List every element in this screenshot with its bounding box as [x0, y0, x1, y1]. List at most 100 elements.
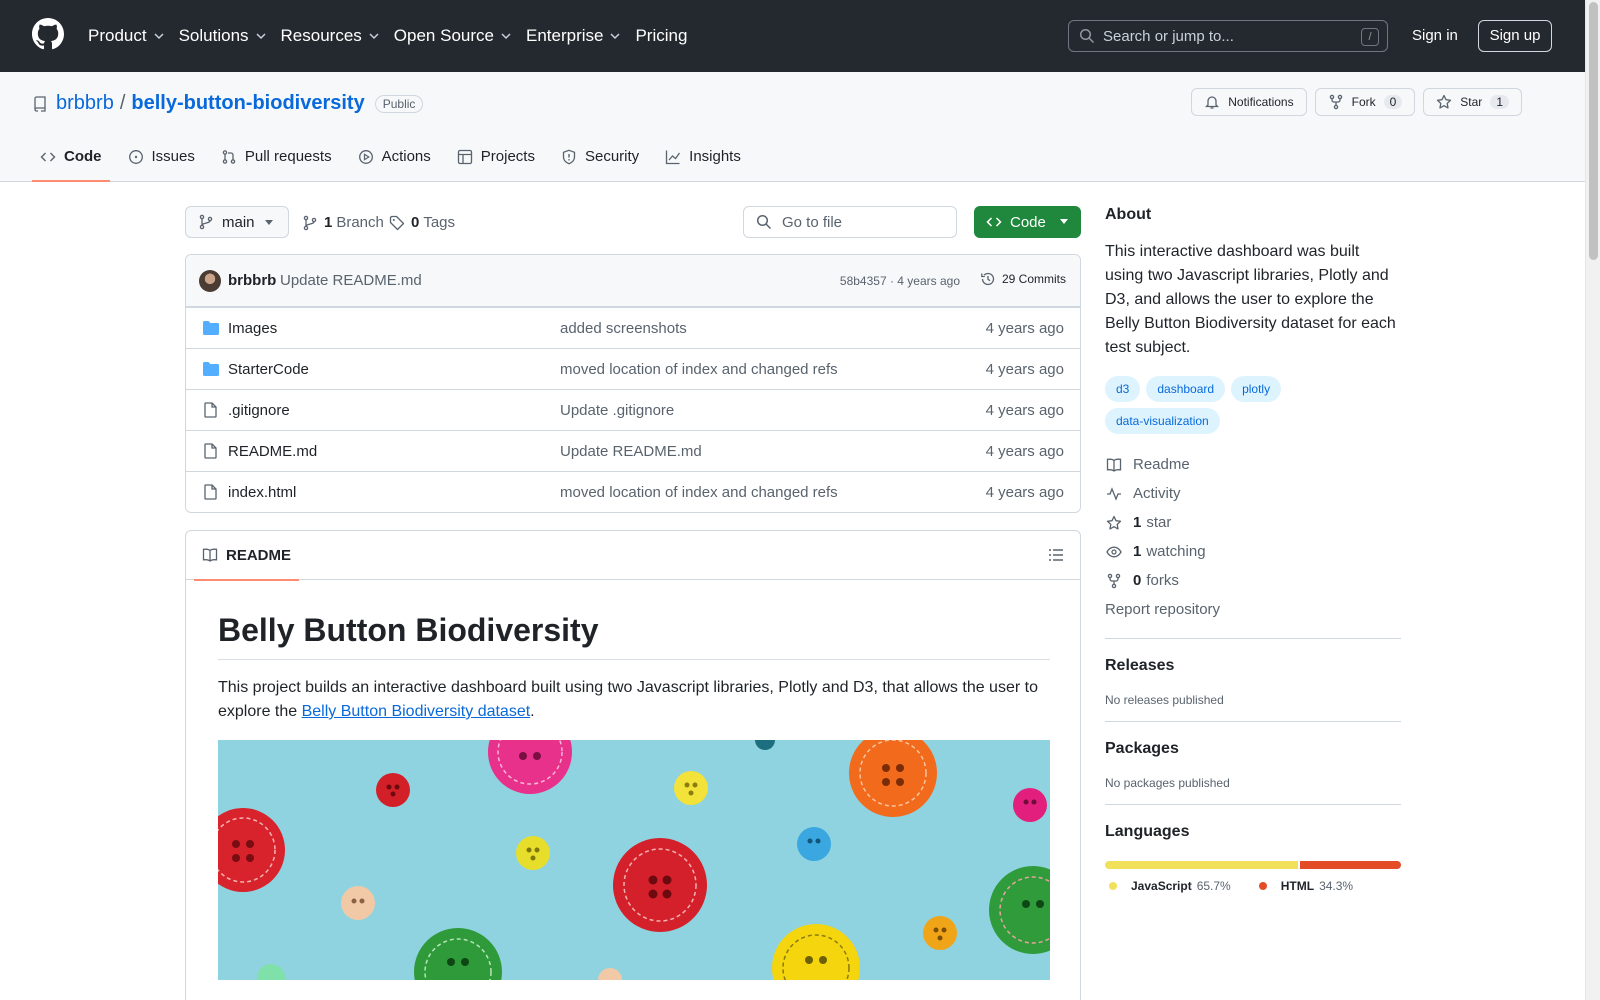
file-row[interactable]: StarterCode moved location of index and … [186, 348, 1080, 389]
readme-panel: README Belly Button Biodiversity This pr… [185, 530, 1081, 1000]
commit-hash-time[interactable]: 58b4357 · 4 years ago [840, 274, 960, 288]
outline-button[interactable] [1048, 547, 1064, 563]
file-age: 4 years ago [985, 443, 1064, 460]
commit-message-link[interactable]: Update README.md [280, 272, 422, 289]
file-name-link[interactable]: Images [228, 320, 277, 337]
fork-label: Fork [1351, 95, 1376, 109]
releases-section: Releases No releases published [1105, 638, 1401, 707]
tag-icon [389, 215, 405, 230]
sign-up-button[interactable]: Sign up [1478, 20, 1552, 52]
activity-link[interactable]: Activity [1105, 479, 1401, 508]
tab-issues[interactable]: Issues [120, 144, 203, 182]
tab-security[interactable]: Security [553, 144, 647, 182]
star-count: 1 [1490, 95, 1509, 109]
commit-author-link[interactable]: brbbrb [228, 272, 276, 289]
avatar[interactable] [199, 270, 221, 292]
repo-owner-link[interactable]: brbbrb [56, 92, 114, 115]
nav-label: Enterprise [525, 26, 604, 45]
file-commit-message[interactable]: moved location of index and changed refs [560, 484, 838, 501]
file-name-link[interactable]: StarterCode [228, 361, 309, 378]
visibility-badge: Public [374, 94, 424, 113]
language-name: HTML [1280, 879, 1315, 893]
code-icon [986, 217, 1002, 227]
tab-insights[interactable]: Insights [657, 144, 749, 182]
nav-solutions[interactable]: Solutions [179, 26, 267, 46]
topic-tag[interactable]: data-visualization [1105, 408, 1220, 434]
file-row[interactable]: index.html moved location of index and c… [186, 471, 1080, 512]
repo-header: brbbrb / belly-button-biodiversity Publi… [0, 72, 1585, 182]
file-name-link[interactable]: README.md [228, 443, 317, 460]
file-row[interactable]: Images added screenshots 4 years ago [186, 307, 1080, 348]
notifications-button[interactable]: Notifications [1191, 88, 1307, 116]
folder-icon [203, 362, 219, 376]
star-icon [1106, 515, 1122, 530]
language-bar-segment-html [1300, 861, 1401, 869]
releases-heading[interactable]: Releases [1105, 657, 1401, 675]
nav-enterprise[interactable]: Enterprise [526, 26, 621, 46]
nav-pricing[interactable]: Pricing [635, 26, 687, 46]
forks-count: 0 [1133, 572, 1142, 589]
branch-selector-button[interactable]: main [185, 206, 289, 238]
readme-title: Belly Button Biodiversity [218, 612, 1050, 660]
topic-tag[interactable]: d3 [1105, 376, 1141, 402]
tab-actions[interactable]: Actions [350, 144, 439, 182]
nav-label: Pricing [635, 26, 688, 45]
packages-heading[interactable]: Packages [1105, 740, 1401, 758]
list-icon [1049, 549, 1063, 561]
activity-link-label: Activity [1133, 485, 1181, 502]
tab-label: Actions [381, 148, 431, 165]
repo-sidebar: About This interactive dashboard was bui… [1105, 206, 1401, 893]
dataset-link[interactable]: Belly Button Biodiversity dataset [302, 703, 531, 720]
file-row[interactable]: README.md Update README.md 4 years ago [186, 430, 1080, 471]
readme-header: README [186, 531, 1080, 581]
nav-label: Solutions [178, 26, 249, 45]
report-repository-link[interactable]: Report repository [1105, 595, 1401, 624]
global-header: Product Solutions Resources Open Source … [0, 0, 1600, 72]
repo-name-link[interactable]: belly-button-biodiversity [131, 92, 364, 115]
scrollbar-thumb[interactable] [1589, 2, 1598, 260]
nav-resources[interactable]: Resources [281, 26, 380, 46]
file-name-link[interactable]: .gitignore [228, 402, 290, 419]
forks-link[interactable]: 0 forks [1105, 566, 1401, 595]
topic-tag[interactable]: dashboard [1146, 376, 1226, 402]
readme-tab[interactable]: README [194, 531, 300, 581]
github-logo-icon[interactable] [32, 18, 64, 50]
readme-link[interactable]: Readme [1105, 450, 1401, 479]
commits-count: 29 Commits [1001, 272, 1066, 286]
tab-label: Security [584, 148, 640, 165]
sign-in-link[interactable]: Sign in [1412, 27, 1458, 44]
file-commit-message[interactable]: Update README.md [560, 443, 702, 460]
about-description: This interactive dashboard was built usi… [1105, 243, 1396, 356]
file-list: brbbrb Update README.md 58b4357 · 4 year… [185, 254, 1081, 513]
tags-link[interactable]: 0 Tags [389, 214, 455, 231]
tab-projects[interactable]: Projects [449, 144, 543, 182]
branches-link[interactable]: 1 Branch [302, 214, 384, 231]
page-scrollbar[interactable] [1585, 0, 1600, 1000]
language-color-dot [1258, 882, 1267, 890]
languages-heading: Languages [1105, 823, 1190, 840]
nav-product[interactable]: Product [88, 26, 165, 46]
code-dropdown-button[interactable]: Code [974, 206, 1081, 238]
file-commit-message[interactable]: added screenshots [560, 320, 687, 337]
file-commit-message[interactable]: Update .gitignore [560, 402, 674, 419]
topic-tag[interactable]: plotly [1231, 376, 1282, 402]
fork-button[interactable]: Fork 0 [1314, 88, 1416, 116]
global-search-input[interactable]: Search or jump to... / [1068, 20, 1388, 52]
file-commit-message[interactable]: moved location of index and changed refs [560, 361, 838, 378]
language-item[interactable]: JavaScript 65.7% [1105, 879, 1231, 893]
language-item[interactable]: HTML 34.3% [1255, 879, 1353, 893]
watchers-link[interactable]: 1 watching [1105, 537, 1401, 566]
file-age: 4 years ago [985, 484, 1064, 501]
star-button[interactable]: Star 1 [1423, 88, 1522, 116]
main-column: main 1 Branch 0 Tags Go to file Code brb… [185, 206, 1081, 1000]
tab-pull-requests[interactable]: Pull requests [213, 144, 340, 182]
stars-link[interactable]: 1 star [1105, 508, 1401, 537]
file-name-link[interactable]: index.html [228, 484, 296, 501]
nav-open-source[interactable]: Open Source [394, 26, 512, 46]
tab-code[interactable]: Code [32, 144, 110, 182]
commits-history-link[interactable]: 29 Commits [980, 271, 1066, 287]
pull-request-icon [222, 150, 236, 164]
go-to-file-input[interactable]: Go to file [743, 206, 957, 238]
tag-label: Tags [423, 214, 456, 231]
file-row[interactable]: .gitignore Update .gitignore 4 years ago [186, 389, 1080, 430]
